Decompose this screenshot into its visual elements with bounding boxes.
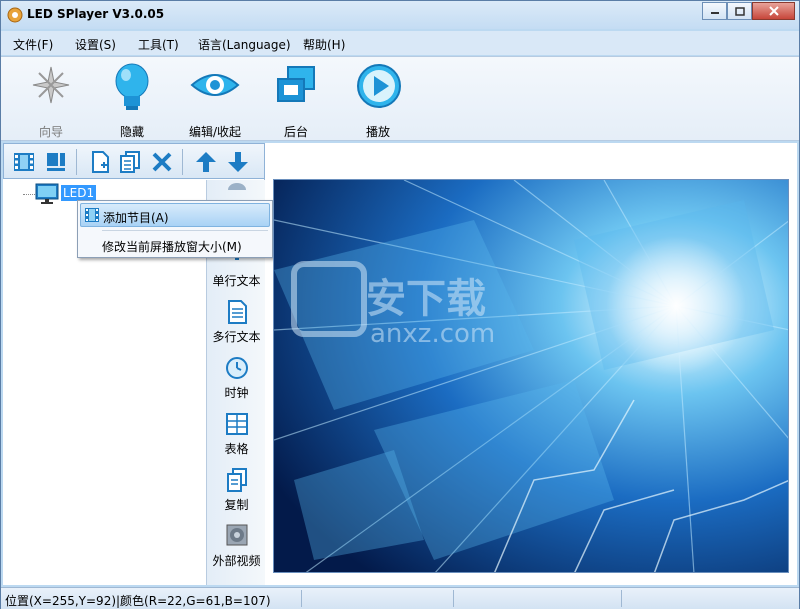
play-icon <box>357 64 401 108</box>
status-bar: 位置(X=255,Y=92)|颜色(R=22,G=61,B=107) <box>1 587 799 609</box>
status-text: 位置(X=255,Y=92)|颜色(R=22,G=61,B=107) <box>5 594 271 608</box>
edit-collapse-button[interactable]: 编辑/收起 <box>183 61 247 139</box>
main-toolbar: 向导 隐藏 编辑/收起 后台 播放 <box>1 56 799 141</box>
table-icon <box>226 413 248 435</box>
left-panel: LED1 单行文本 多行文本 时钟 表格 复制 外部视频 添加节目(A) 修改当… <box>3 143 273 585</box>
status-divider <box>301 590 302 607</box>
background-label: 后台 <box>283 125 308 139</box>
add-program-menu-item[interactable]: 添加节目(A) <box>80 203 270 227</box>
multi-line-text-icon <box>228 300 247 324</box>
windows-icon <box>277 66 315 102</box>
new-file-icon[interactable] <box>88 150 112 174</box>
wizard-icon <box>32 66 70 104</box>
app-window: LED SPlayer V3.0.05 文件(F) 设置(S) 工具(T) 语言… <box>0 0 800 609</box>
hide-label: 隐藏 <box>119 125 144 139</box>
background-button[interactable]: 后台 <box>264 61 328 139</box>
close-icon <box>768 6 779 16</box>
program-toolbar <box>3 143 265 179</box>
close-button[interactable] <box>752 2 795 20</box>
layout-icon[interactable] <box>44 150 68 174</box>
palette-multi-line-text[interactable]: 多行文本 <box>207 300 266 352</box>
lightbulb-icon <box>115 63 149 110</box>
toolbar-divider-2 <box>182 149 183 175</box>
table-label: 表格 <box>224 442 249 456</box>
menu-separator <box>102 230 268 231</box>
hide-button[interactable]: 隐藏 <box>100 61 164 139</box>
menu-settings[interactable]: 设置(S) <box>75 36 116 53</box>
delete-icon[interactable] <box>150 150 174 174</box>
monitor-icon <box>35 183 59 204</box>
menu-file[interactable]: 文件(F) <box>13 36 53 53</box>
add-program-label: 添加节目(A) <box>103 211 169 225</box>
multi-line-text-label: 多行文本 <box>212 330 261 344</box>
move-down-icon[interactable] <box>226 150 250 174</box>
single-line-text-label: 单行文本 <box>212 274 261 288</box>
copy-icon <box>227 468 247 492</box>
move-up-icon[interactable] <box>194 150 218 174</box>
film-icon <box>85 208 99 222</box>
palette-table[interactable]: 表格 <box>207 412 266 464</box>
maximize-button[interactable] <box>727 2 752 20</box>
wizard-label: 向导 <box>38 125 63 139</box>
play-label: 播放 <box>365 125 390 139</box>
play-button[interactable]: 播放 <box>346 61 410 139</box>
menu-tools[interactable]: 工具(T) <box>138 36 179 53</box>
clock-icon <box>226 357 248 379</box>
palette-external-video[interactable]: 外部视频 <box>207 524 266 576</box>
toolbar-divider <box>76 149 77 175</box>
palette-top-icon <box>228 183 246 190</box>
copy-label: 复制 <box>224 498 249 512</box>
wizard-button[interactable]: 向导 <box>19 61 83 139</box>
title-bar: LED SPlayer V3.0.05 <box>1 1 799 29</box>
resize-window-menu-item[interactable]: 修改当前屏播放窗大小(M) <box>102 238 242 255</box>
palette-copy[interactable]: 复制 <box>207 468 266 520</box>
minimize-button[interactable] <box>702 2 727 20</box>
preview-area: 安下载 anxz.com <box>273 179 789 573</box>
clock-label: 时钟 <box>224 386 249 400</box>
film-icon[interactable] <box>12 150 36 174</box>
watermark-brand: 安下载 <box>366 276 486 322</box>
tree-connector <box>23 194 35 195</box>
status-divider-2 <box>453 590 454 607</box>
external-video-icon <box>226 524 248 546</box>
menu-bar: 文件(F) 设置(S) 工具(T) 语言(Language) 帮助(H) <box>1 31 799 55</box>
tree-node-led1[interactable]: LED1 <box>61 185 97 201</box>
menu-help[interactable]: 帮助(H) <box>303 36 345 53</box>
palette-clock[interactable]: 时钟 <box>207 356 266 408</box>
external-video-label: 外部视频 <box>212 554 261 568</box>
watermark-domain: anxz.com <box>370 319 495 349</box>
preview-image: 安下载 anxz.com <box>274 180 788 572</box>
status-divider-3 <box>621 590 622 607</box>
context-menu: 添加节目(A) 修改当前屏播放窗大小(M) <box>77 200 273 258</box>
window-title: LED SPlayer V3.0.05 <box>27 7 165 21</box>
minimize-icon <box>710 12 719 14</box>
copy-pages-icon[interactable] <box>118 150 142 174</box>
maximize-icon <box>734 6 745 16</box>
menu-language[interactable]: 语言(Language) <box>198 36 291 53</box>
app-logo-icon <box>7 7 23 23</box>
window-controls <box>702 2 795 20</box>
eye-icon <box>190 74 240 96</box>
main-area: LED1 单行文本 多行文本 时钟 表格 复制 外部视频 添加节目(A) 修改当… <box>3 143 797 585</box>
edit-collapse-label: 编辑/收起 <box>188 125 242 139</box>
